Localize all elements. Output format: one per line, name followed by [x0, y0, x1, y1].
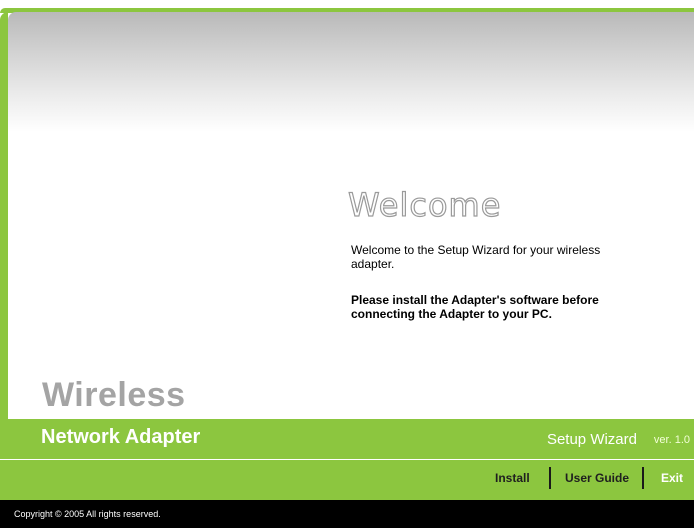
header-gradient [8, 12, 694, 132]
product-name-network-adapter: Network Adapter [41, 426, 201, 448]
user-guide-link[interactable]: User Guide [565, 471, 629, 485]
copyright-text: Copyright © 2005 All rights reserved. [14, 509, 161, 519]
wizard-version: ver. 1.0 [653, 434, 690, 446]
wizard-name: Setup Wizard [546, 431, 637, 448]
nav-bar: Install User Guide Exit [0, 460, 694, 500]
nav-separator [642, 467, 644, 489]
exit-link[interactable]: Exit [661, 471, 683, 485]
welcome-title: Welcome [347, 185, 502, 224]
nav-separator [549, 467, 551, 489]
install-instruction: Please install the Adapter's software be… [351, 293, 599, 321]
footer: Copyright © 2005 All rights reserved. [0, 500, 694, 528]
welcome-message: Welcome to the Setup Wizard for your wir… [351, 243, 601, 271]
product-name-wireless: Wireless [42, 376, 186, 414]
install-link[interactable]: Install [495, 471, 530, 485]
product-bar: Network Adapter Setup Wizard ver. 1.0 [0, 419, 694, 460]
setup-wizard-window: Welcome Welcome to the Setup Wizard for … [0, 0, 694, 528]
